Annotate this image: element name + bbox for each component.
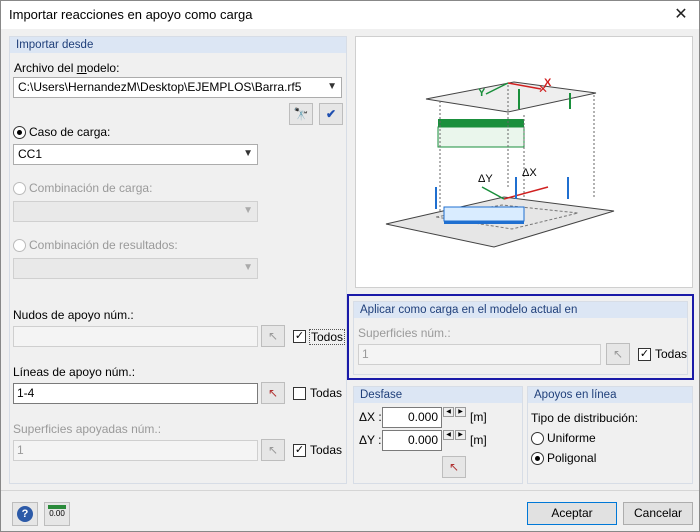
dy-spin-down[interactable]: ◀ [443, 430, 454, 440]
cancel-button[interactable]: Cancelar [623, 502, 693, 525]
supported-surfaces-label: Superficies apoyadas núm.: [13, 422, 162, 436]
close-icon[interactable]: ✕ [669, 3, 693, 27]
model-file-label: Archivo del modelo: [14, 61, 120, 75]
dy-spin-up[interactable]: ▶ [455, 430, 466, 440]
load-case-select[interactable]: CC1 ▼ [13, 144, 258, 165]
help-icon: ? [17, 506, 33, 522]
model-file-select[interactable]: C:\Users\HernandezM\Desktop\EJEMPLOS\Bar… [13, 77, 342, 98]
y-axis-label: Y [478, 87, 486, 99]
pick-surfaces-button[interactable]: ↖ [261, 439, 285, 461]
result-combination-radio[interactable] [13, 239, 26, 252]
pick-nodes-button[interactable]: ↖ [261, 325, 285, 347]
load-case-radio[interactable] [13, 126, 26, 139]
units-button[interactable]: 0.00 [44, 502, 70, 526]
footer-divider [1, 490, 699, 491]
polygonal-radio[interactable] [531, 452, 544, 465]
supported-surfaces-input[interactable]: 1 [13, 440, 258, 461]
line-supports-header: Apoyos en línea [528, 387, 692, 403]
distribution-label: Tipo de distribución: [531, 411, 638, 425]
dx-spin-down[interactable]: ◀ [443, 407, 454, 417]
result-combination-select[interactable]: ▼ [13, 258, 258, 279]
apply-all-label: Todas [655, 347, 688, 361]
dy-unit: [m] [470, 433, 487, 447]
dx-label: ΔX : [359, 410, 382, 424]
dy-input[interactable]: 0.000 [382, 430, 442, 451]
lines-all-checkbox[interactable] [293, 387, 306, 400]
load-combination-label: Combinación de carga: [29, 181, 153, 195]
support-reaction-diagram: ✕ [385, 81, 615, 248]
pointer-pick-icon: ↖ [267, 386, 279, 400]
dx-unit: [m] [470, 410, 487, 424]
beam-shape [438, 119, 524, 127]
chevron-down-icon: ▼ [243, 205, 253, 216]
dx-input[interactable]: 0.000 [382, 407, 442, 428]
window-title: Importar reacciones en apoyo como carga [9, 7, 253, 22]
offset-header: Desfase [354, 387, 522, 403]
dx-spin-up[interactable]: ▶ [455, 407, 466, 417]
title-bar: Importar reacciones en apoyo como carga … [1, 1, 699, 29]
delta-y-label: ΔY [478, 173, 493, 185]
accept-button[interactable]: Aceptar [527, 502, 617, 525]
chevron-down-icon: ▼ [243, 262, 253, 273]
pointer-pick-icon: ↖ [267, 329, 279, 343]
help-button[interactable]: ? [12, 502, 38, 526]
pick-lines-button[interactable]: ↖ [261, 382, 285, 404]
chevron-down-icon: ▼ [327, 81, 337, 92]
surfaces-all-label: Todas [310, 443, 343, 457]
load-case-label: Caso de carga: [29, 125, 111, 139]
x-axis-label: X [544, 77, 552, 89]
nodes-all-checkbox[interactable]: ✓ [293, 330, 306, 343]
nodes-all-label: Todos [309, 329, 346, 345]
delta-x-label: ΔX [522, 167, 537, 179]
dy-label: ΔY : [359, 433, 382, 447]
pointer-pick-icon: ↖ [267, 443, 279, 457]
support-lines-input[interactable]: 1-4 [13, 383, 258, 404]
load-case-value: CC1 [18, 147, 43, 161]
pointer-pick-icon: ↖ [448, 460, 460, 474]
load-combination-select[interactable]: ▼ [13, 201, 258, 222]
apply-surfaces-input[interactable]: 1 [358, 344, 601, 365]
model-file-value: C:\Users\HernandezM\Desktop\EJEMPLOS\Bar… [18, 80, 302, 94]
apply-all-checkbox[interactable]: ✓ [638, 348, 651, 361]
folder-binoculars-icon: 🔭 [293, 107, 309, 121]
pick-offset-button[interactable]: ↖ [442, 456, 466, 478]
support-nodes-label: Nudos de apoyo núm.: [13, 308, 134, 322]
chevron-down-icon: ▼ [243, 148, 253, 159]
import-from-header: Importar desde [10, 37, 346, 53]
check-model-button[interactable]: ✔ [319, 103, 343, 125]
units-icon-text: 0.00 [49, 509, 65, 518]
dialog-window: Importar reacciones en apoyo como carga … [0, 0, 700, 532]
support-nodes-input[interactable] [13, 326, 258, 347]
browse-model-button[interactable]: 🔭 [289, 103, 313, 125]
diagram-panel: ✕ Y X ΔY ΔX [355, 36, 693, 288]
pick-apply-surfaces-button[interactable]: ↖ [606, 343, 630, 365]
uniform-label: Uniforme [547, 431, 596, 445]
apply-surfaces-label: Superficies núm.: [358, 326, 451, 340]
polygonal-label: Poligonal [547, 451, 597, 465]
pointer-pick-icon: ↖ [612, 347, 624, 361]
uniform-radio[interactable] [531, 432, 544, 445]
lines-all-label: Todas [310, 386, 343, 400]
result-combination-label: Combinación de resultados: [29, 238, 178, 252]
surfaces-all-checkbox[interactable]: ✓ [293, 444, 306, 457]
apply-header: Aplicar como carga en el modelo actual e… [354, 302, 687, 318]
support-lines-label: Líneas de apoyo núm.: [13, 365, 136, 379]
checkmark-icon: ✔ [325, 107, 337, 121]
load-combination-radio[interactable] [13, 182, 26, 195]
